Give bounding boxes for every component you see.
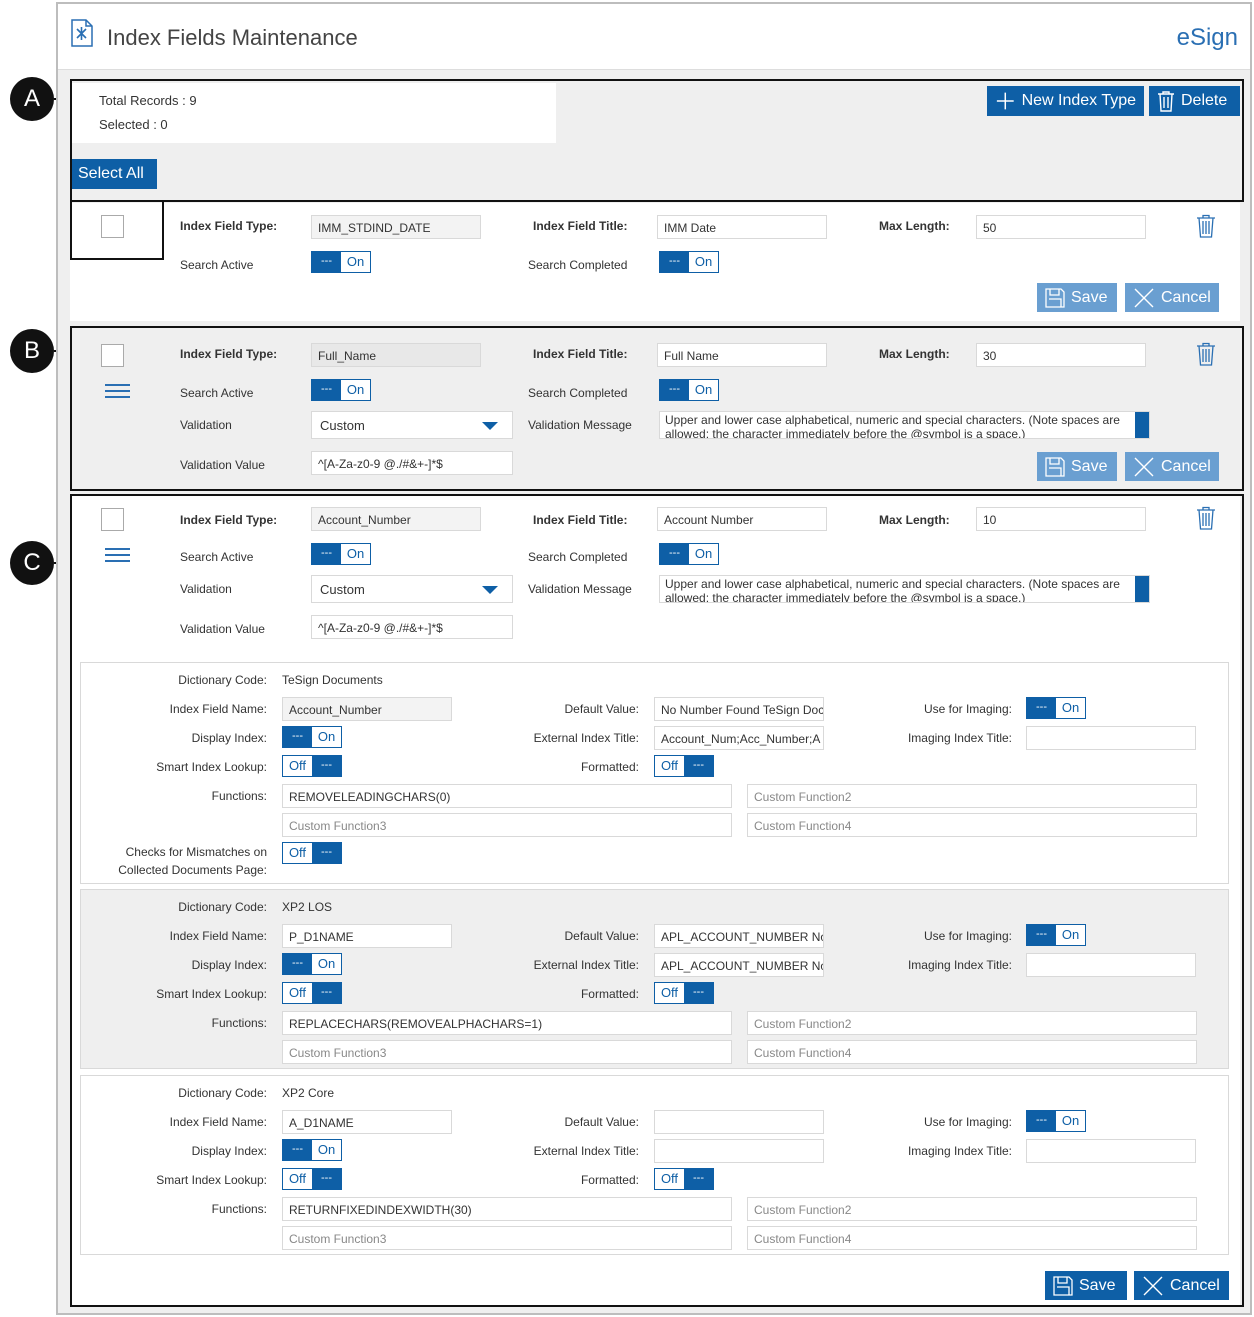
document-edit-icon xyxy=(71,19,93,47)
index-field-title-field[interactable]: IMM Date xyxy=(657,215,827,239)
callout-c: C xyxy=(10,541,54,585)
callout-b: B xyxy=(10,329,54,373)
index-field-title-label: Index Field Title: xyxy=(533,219,628,233)
cancel-button[interactable]: Cancel xyxy=(1125,283,1219,312)
index-field-type-field[interactable]: IMM_STDIND_DATE xyxy=(311,215,481,239)
search-completed-toggle[interactable]: --- On xyxy=(659,251,719,273)
max-length-field[interactable]: 50 xyxy=(976,215,1146,239)
close-icon xyxy=(1134,288,1154,307)
app-window: Index Fields Maintenance eSign Total Rec… xyxy=(56,2,1252,1315)
frame-a-tab xyxy=(70,200,164,260)
max-length-label: Max Length: xyxy=(879,219,950,233)
search-active-toggle[interactable]: --- On xyxy=(311,251,371,273)
search-completed-label: Search Completed xyxy=(528,258,628,272)
save-button[interactable]: Save xyxy=(1037,283,1117,312)
trash-icon[interactable] xyxy=(1196,214,1216,238)
save-icon xyxy=(1045,287,1065,308)
page-header: Index Fields Maintenance eSign xyxy=(58,4,1250,70)
record-imm-date: Index Field Type: IMM_STDIND_DATE Index … xyxy=(70,203,1240,321)
frame-a xyxy=(70,79,1244,202)
page-title: Index Fields Maintenance xyxy=(107,25,358,50)
frame-b xyxy=(70,326,1244,491)
brand-link[interactable]: eSign xyxy=(1177,24,1238,52)
frame-c xyxy=(70,494,1244,1307)
callout-a: A xyxy=(10,77,54,121)
search-active-label: Search Active xyxy=(180,258,254,272)
index-field-type-label: Index Field Type: xyxy=(180,219,278,233)
